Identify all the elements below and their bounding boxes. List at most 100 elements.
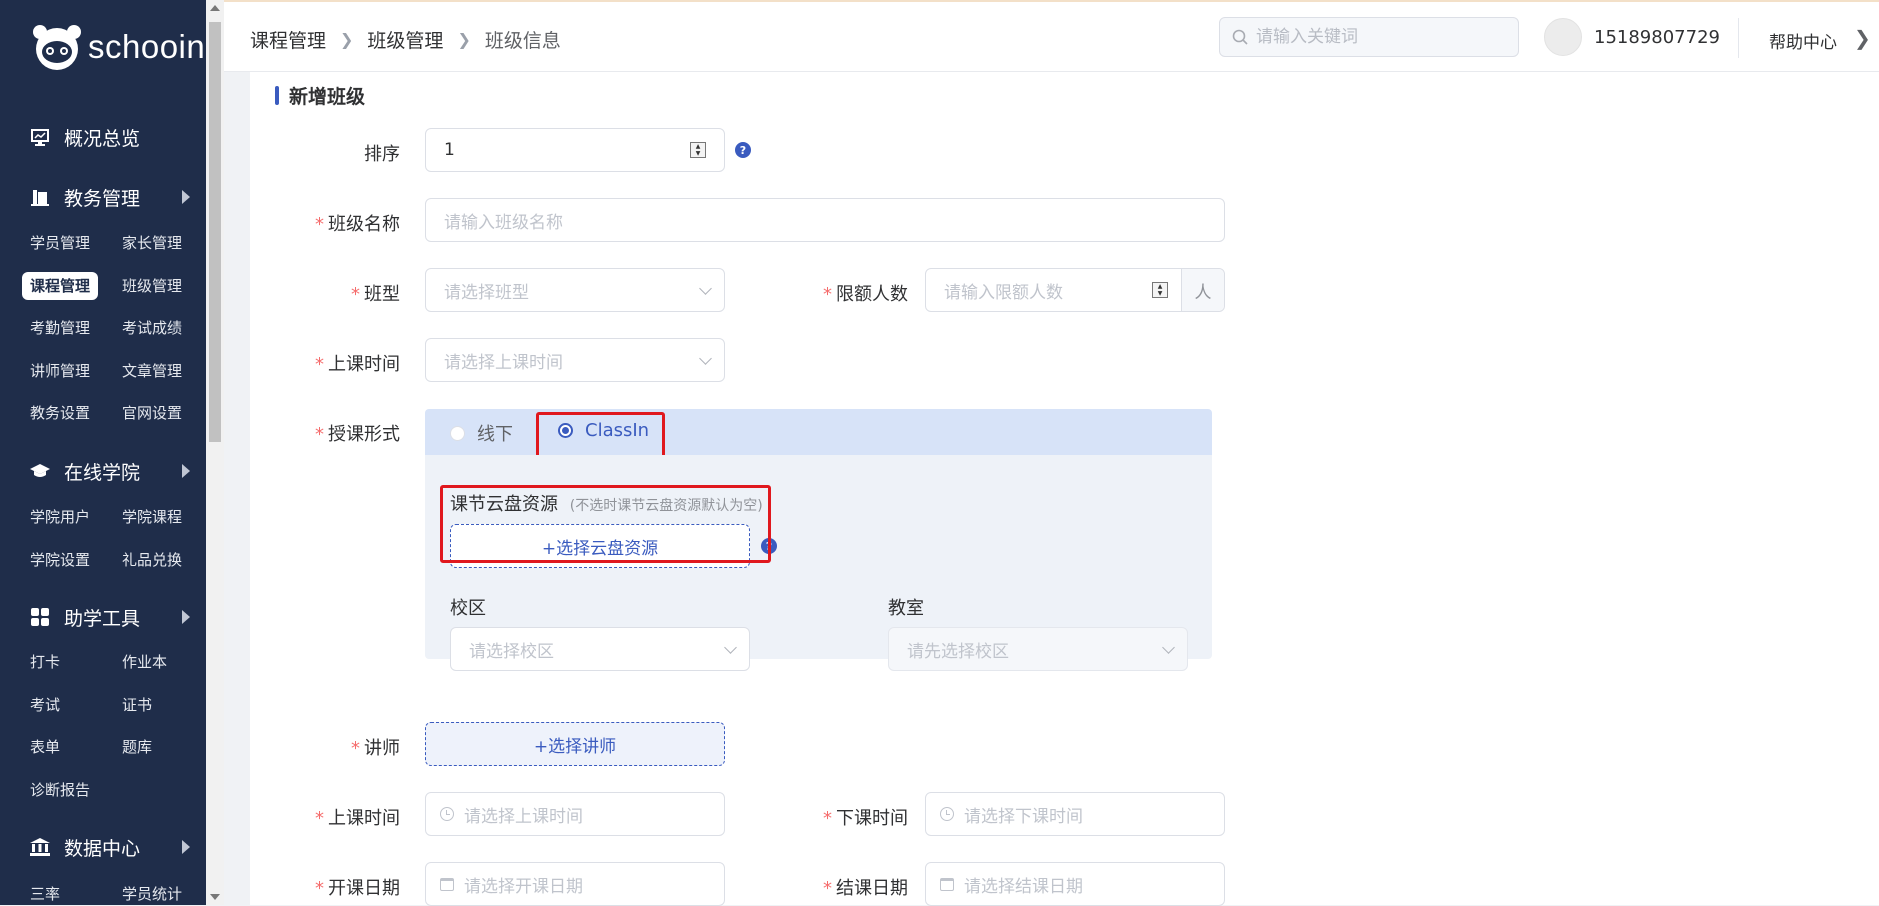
number-spinner-icon[interactable]: ▲ ▼ xyxy=(690,142,706,158)
sidebar-item-teachers[interactable]: 讲师管理 xyxy=(22,357,98,385)
sidebar-item-exam[interactable]: 考试 xyxy=(22,691,68,719)
main-content: 新增班级 排序 1 ▲ ▼ ? * 班级名称 请输入班级名称 * 班型 请选择班型 *… xyxy=(250,72,1879,906)
campus-placeholder: 请选择校区 xyxy=(469,641,554,662)
capacity-placeholder: 请输入限额人数 xyxy=(944,282,1063,303)
sidebar-item-academy-courses[interactable]: 学院课程 xyxy=(114,503,190,531)
sidebar-item-classes[interactable]: 班级管理 xyxy=(114,272,190,300)
scroll-up-icon[interactable] xyxy=(210,5,220,11)
capacity-input[interactable]: 请输入限额人数 ▲ ▼ 人 xyxy=(925,268,1225,312)
classroom-placeholder: 请先选择校区 xyxy=(907,641,1009,662)
nav-group-tools[interactable]: 助学工具 xyxy=(30,602,190,632)
number-spinner-icon[interactable]: ▲ ▼ xyxy=(1152,282,1168,298)
sidebar-item-edu-settings[interactable]: 教务设置 xyxy=(22,399,98,427)
sidebar-item-students[interactable]: 学员管理 xyxy=(22,229,98,257)
nav-group-label: 在线学院 xyxy=(64,461,141,484)
nav-group-academy[interactable]: 在线学院 xyxy=(30,456,190,486)
title-accent-bar xyxy=(275,86,279,105)
class-name-input[interactable]: 请输入班级名称 xyxy=(425,198,1225,242)
end-date-label-text: 结课日期 xyxy=(836,878,908,899)
campus-select[interactable]: 请选择校区 xyxy=(450,627,750,671)
order-label-text: 排序 xyxy=(364,144,400,165)
highlight-box-classin xyxy=(536,412,665,458)
end-date-placeholder: 请选择结课日期 xyxy=(964,876,1083,897)
sidebar-item-certificate[interactable]: 证书 xyxy=(114,691,160,719)
caret-right-icon xyxy=(182,464,190,478)
sidebar-scrollbar[interactable] xyxy=(206,0,224,905)
sidebar-item-diagnosis-report[interactable]: 诊断报告 xyxy=(22,776,98,804)
class-time-select[interactable]: 请选择上课时间 xyxy=(425,338,725,382)
graduation-cap-icon xyxy=(30,461,50,481)
monitor-icon xyxy=(30,127,50,147)
select-teacher-button[interactable]: +选择讲师 xyxy=(425,722,725,766)
class-name-label-text: 班级名称 xyxy=(328,214,400,235)
section-title: 新增班级 xyxy=(275,82,365,109)
caret-right-icon xyxy=(182,190,190,204)
mode-label: * 授课形式 xyxy=(315,424,400,445)
mode-radio-offline[interactable]: 线下 xyxy=(450,420,513,446)
breadcrumb-item-classes[interactable]: 班级管理 xyxy=(367,26,443,53)
help-icon[interactable]: ? xyxy=(735,142,751,158)
sidebar-item-checkin[interactable]: 打卡 xyxy=(22,648,68,676)
end-date-label: * 结课日期 xyxy=(823,878,908,899)
search-box[interactable] xyxy=(1219,17,1519,57)
scrollbar-thumb[interactable] xyxy=(209,22,221,442)
start-time-label: * 上课时间 xyxy=(315,808,400,829)
end-time-picker[interactable]: 请选择下课时间 xyxy=(925,792,1225,836)
start-date-picker[interactable]: 请选择开课日期 xyxy=(425,862,725,906)
order-stepper[interactable]: 1 ▲ ▼ xyxy=(425,128,725,172)
sidebar-item-forms[interactable]: 表单 xyxy=(22,733,68,761)
teacher-label-text: 讲师 xyxy=(364,738,400,759)
avatar[interactable] xyxy=(1544,18,1582,56)
user-phone[interactable]: 15189807729 xyxy=(1594,27,1720,48)
nav-group-overview[interactable]: 概况总览 xyxy=(30,122,190,152)
scroll-down-icon[interactable] xyxy=(210,894,220,900)
capacity-label-text: 限额人数 xyxy=(836,284,908,305)
end-time-label-text: 下课时间 xyxy=(836,808,908,829)
sidebar-item-student-stats[interactable]: 学员统计 xyxy=(114,880,190,905)
sidebar-item-three-rates[interactable]: 三率 xyxy=(22,880,68,905)
sidebar-item-site-settings[interactable]: 官网设置 xyxy=(114,399,190,427)
calendar-icon xyxy=(440,877,454,891)
help-center-link[interactable]: 帮助中心 xyxy=(1769,28,1837,53)
class-name-placeholder: 请输入班级名称 xyxy=(444,212,563,233)
sidebar-item-attendance[interactable]: 考勤管理 xyxy=(22,314,98,342)
end-time-label: * 下课时间 xyxy=(823,808,908,829)
caret-right-icon xyxy=(182,610,190,624)
sidebar-item-homework[interactable]: 作业本 xyxy=(114,648,175,676)
sidebar-item-academy-users[interactable]: 学院用户 xyxy=(22,503,98,531)
breadcrumb-item-courses[interactable]: 课程管理 xyxy=(250,26,326,53)
breadcrumb-item-class-info: 班级信息 xyxy=(484,30,561,52)
top-header: 课程管理 ❯ 班级管理 ❯ 班级信息 15189807729 帮助中心 ❯ xyxy=(224,0,1879,72)
end-date-picker[interactable]: 请选择结课日期 xyxy=(925,862,1225,906)
class-type-placeholder: 请选择班型 xyxy=(444,282,529,303)
start-date-label-text: 开课日期 xyxy=(328,878,400,899)
nav-group-label: 概况总览 xyxy=(64,127,141,150)
grid-icon xyxy=(30,607,50,627)
calendar-icon xyxy=(940,877,954,891)
sidebar-item-articles[interactable]: 文章管理 xyxy=(114,357,190,385)
chevron-down-icon xyxy=(699,352,712,365)
search-icon xyxy=(1232,29,1248,45)
classroom-label: 教室 xyxy=(888,598,924,619)
nav-group-data[interactable]: 数据中心 xyxy=(30,832,190,862)
logo-text: schooin xyxy=(88,28,206,65)
start-time-label-text: 上课时间 xyxy=(328,808,400,829)
search-input[interactable] xyxy=(1254,26,1498,48)
header-divider xyxy=(1738,18,1739,58)
class-type-select[interactable]: 请选择班型 xyxy=(425,268,725,312)
start-date-label: * 开课日期 xyxy=(315,878,400,899)
class-type-label: * 班型 xyxy=(351,284,400,305)
chevron-right-icon[interactable]: ❯ xyxy=(1854,26,1871,50)
sidebar-item-courses[interactable]: 课程管理 xyxy=(22,272,99,300)
logo[interactable]: schooin xyxy=(30,22,205,72)
sidebar-item-question-bank[interactable]: 题库 xyxy=(114,733,160,761)
sidebar-item-gift-exchange[interactable]: 礼品兑换 xyxy=(114,546,190,574)
nav-group-edu[interactable]: 教务管理 xyxy=(30,182,190,212)
class-time-placeholder: 请选择上课时间 xyxy=(444,352,563,373)
sidebar-item-parents[interactable]: 家长管理 xyxy=(114,229,190,257)
class-type-label-text: 班型 xyxy=(364,284,400,305)
start-time-picker[interactable]: 请选择上课时间 xyxy=(425,792,725,836)
breadcrumb: 课程管理 ❯ 班级管理 ❯ 班级信息 xyxy=(250,26,561,53)
sidebar-item-exam-scores[interactable]: 考试成绩 xyxy=(114,314,190,342)
sidebar-item-academy-settings[interactable]: 学院设置 xyxy=(22,546,98,574)
